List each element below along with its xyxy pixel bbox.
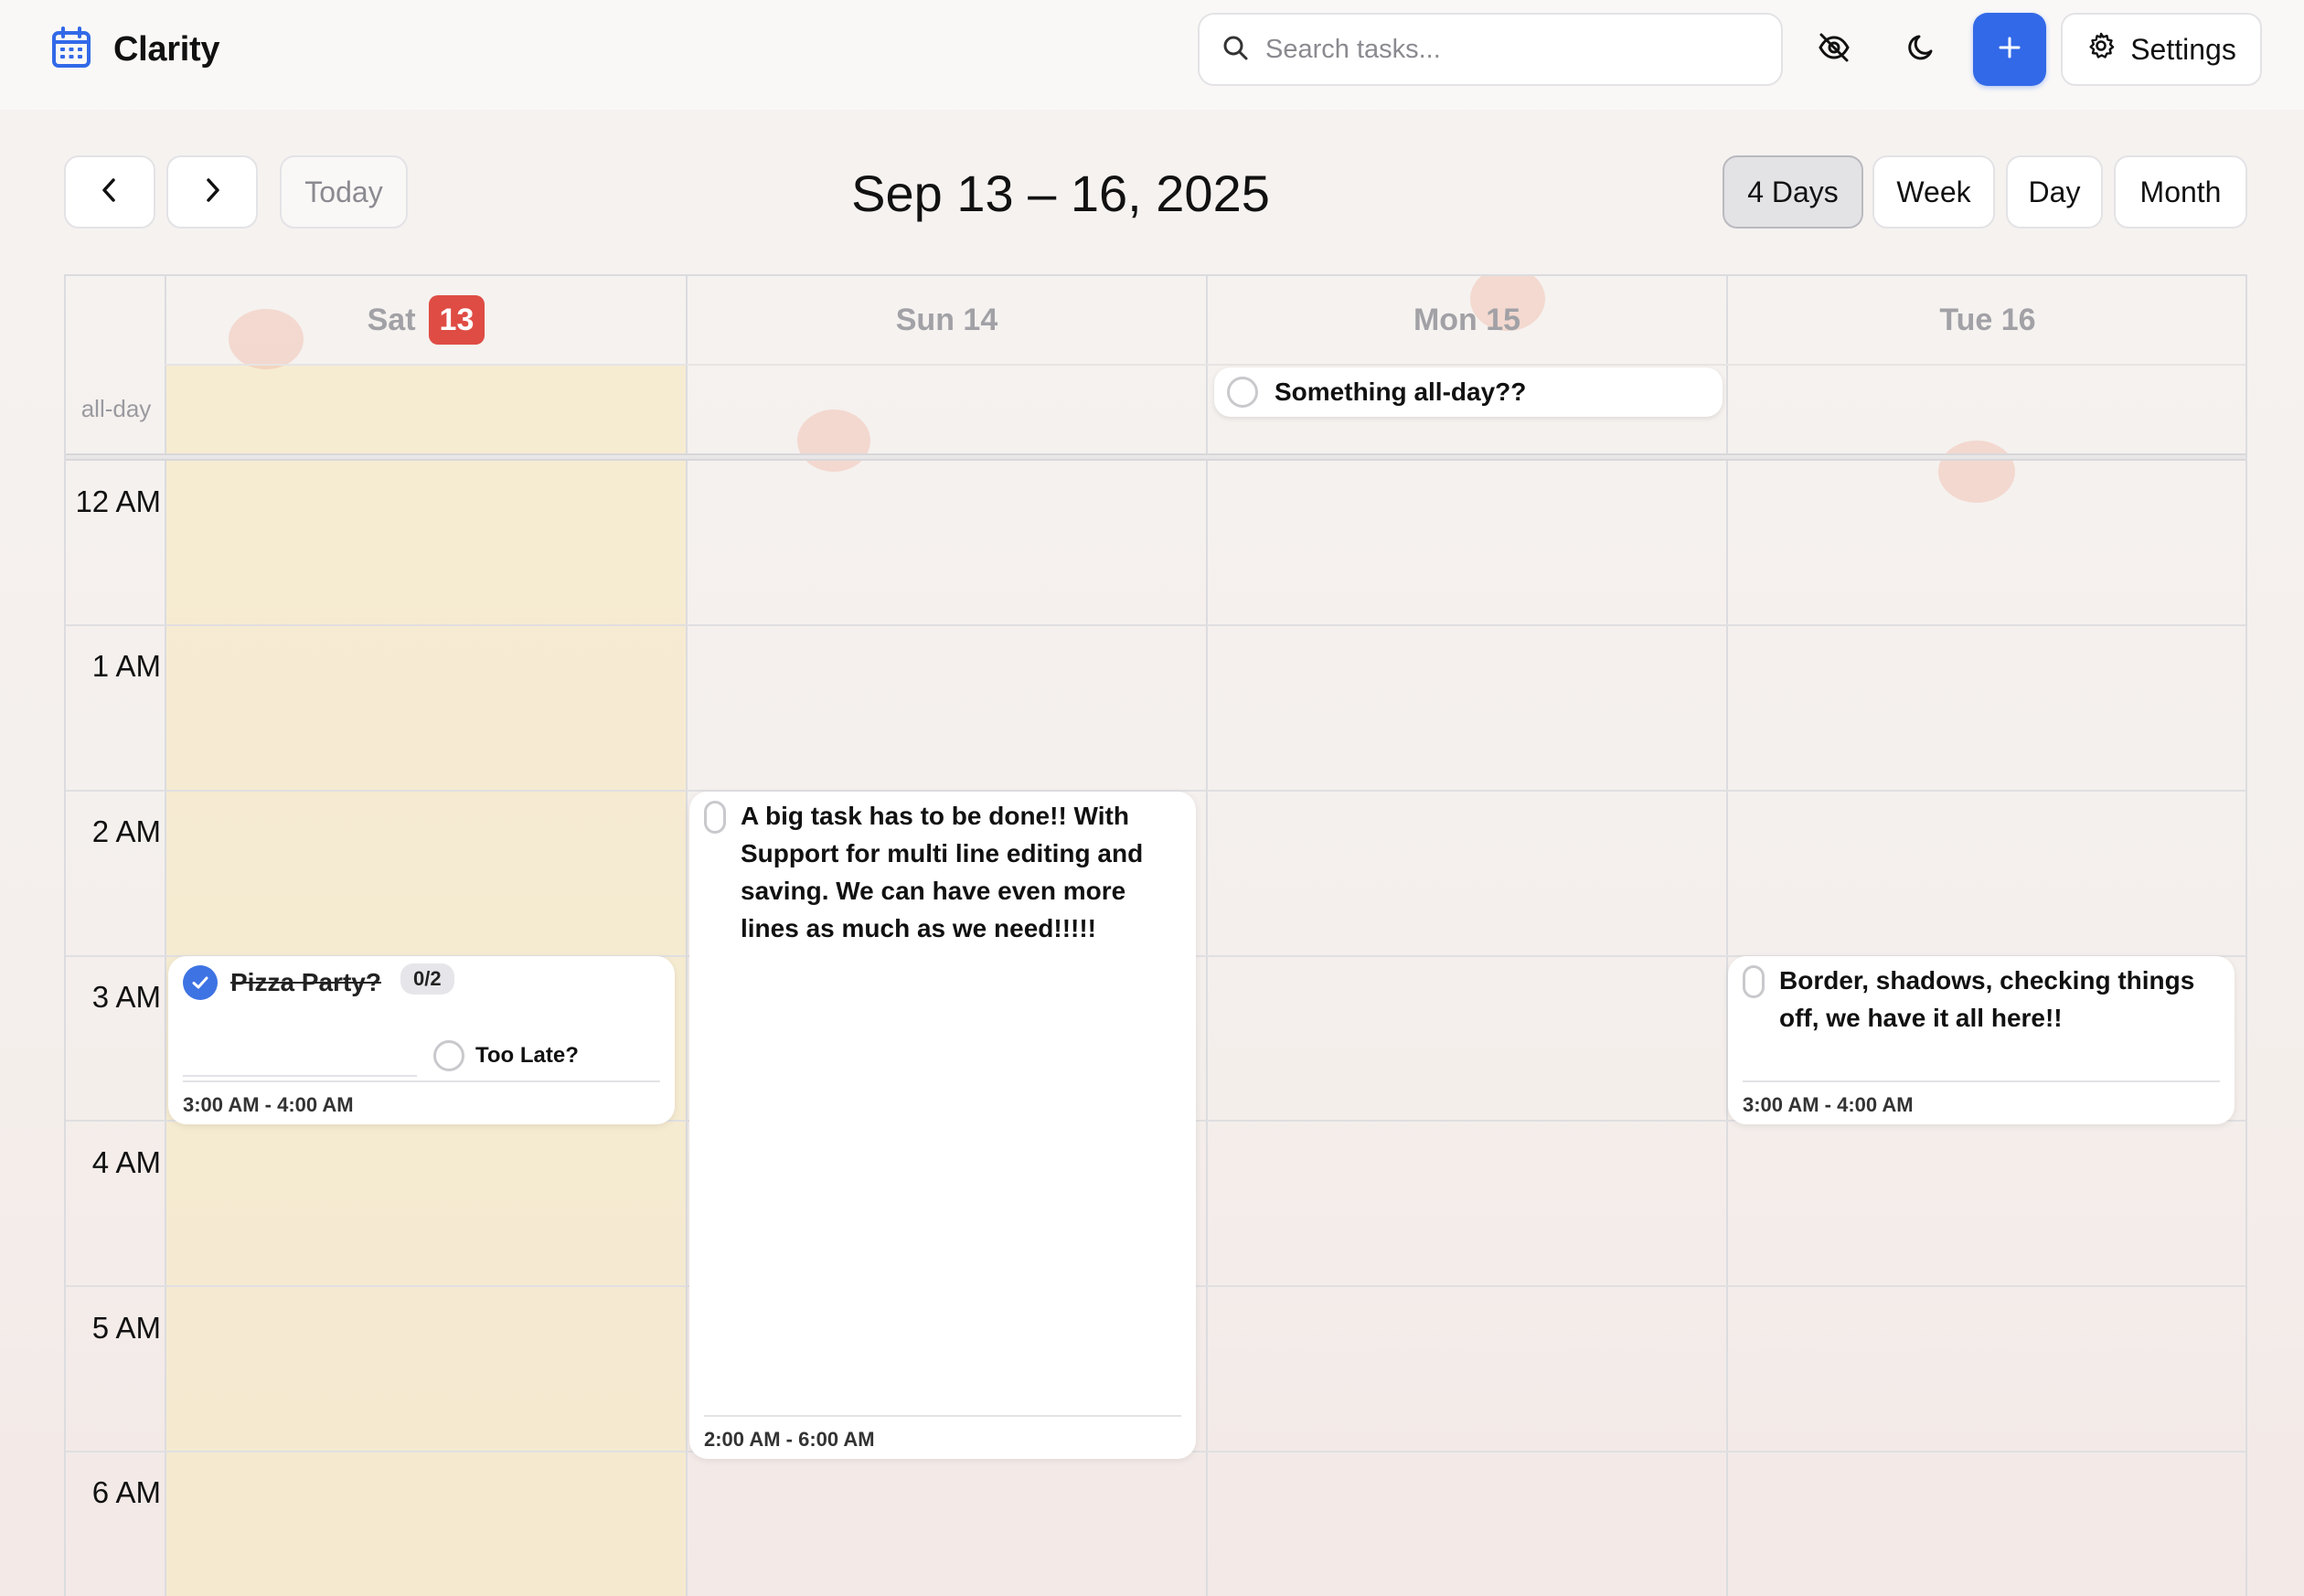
view-month-button[interactable]: Month: [2114, 155, 2247, 229]
checkmark-icon: [192, 976, 208, 989]
decorative-blob: [797, 410, 870, 472]
hour-label: 4 AM: [91, 1145, 161, 1179]
hour-label: 5 AM: [91, 1311, 161, 1345]
today-button[interactable]: Today: [280, 155, 408, 229]
plus-icon: [1996, 34, 2023, 66]
grid-line: [1206, 276, 1208, 1596]
day-header-tue[interactable]: Tue 16: [1728, 276, 2245, 364]
grid-line: [686, 276, 688, 1596]
view-4-days-button[interactable]: 4 Days: [1723, 155, 1863, 229]
grid-line: [165, 276, 166, 1596]
subtask-checkbox[interactable]: [433, 1040, 464, 1071]
eye-off-icon: [1817, 30, 1851, 69]
gear-icon: [2086, 31, 2116, 68]
add-task-button[interactable]: [1973, 13, 2046, 86]
event-title: Border, shadows, checking things off, we…: [1779, 966, 2195, 1032]
hour-label: 2 AM: [91, 814, 161, 848]
day-header-mon[interactable]: Mon 15: [1208, 276, 1726, 364]
day-label: Sun 14: [895, 302, 998, 337]
task-checkbox[interactable]: [1227, 377, 1258, 408]
event-time: 3:00 AM - 4:00 AM: [183, 1080, 660, 1117]
date-range-title: Sep 13 – 16, 2025: [851, 165, 1270, 222]
day-header-sat[interactable]: Sat 13: [166, 276, 686, 364]
hour-line: [66, 624, 2245, 626]
settings-label: Settings: [2130, 32, 2236, 66]
event-title: Pizza Party?: [230, 968, 381, 996]
search-input[interactable]: [1265, 34, 1759, 65]
event-time: 3:00 AM - 4:00 AM: [1743, 1080, 2220, 1117]
view-day-button[interactable]: Day: [2006, 155, 2103, 229]
header-divider: [165, 364, 2245, 366]
calendar-logo-icon: [51, 26, 91, 74]
event-title: A big task has to be done!! With Support…: [741, 802, 1144, 942]
brand: Clarity: [51, 26, 219, 74]
view-week-button[interactable]: Week: [1872, 155, 1995, 229]
search-box[interactable]: [1198, 13, 1783, 86]
dark-mode-button[interactable]: [1885, 13, 1958, 86]
day-header-sun[interactable]: Sun 14: [688, 276, 1206, 364]
allday-divider: [66, 453, 2245, 461]
decorative-blob: [1938, 441, 2015, 503]
previous-button[interactable]: [64, 155, 155, 229]
subtask-count-badge: 0/2: [400, 963, 454, 995]
day-name: Sat: [367, 302, 416, 337]
subtask-label: Too Late?: [475, 1043, 579, 1068]
all-day-event[interactable]: Something all-day??: [1214, 367, 1723, 417]
top-bar: Clarity Search tasks... Settings: [0, 0, 2304, 110]
grid-line: [1726, 276, 1728, 1596]
event-pizza-party[interactable]: Pizza Party? 0/2 Too Late? 3:00 AM - 4:0…: [168, 956, 675, 1124]
day-label: Mon 15: [1413, 302, 1521, 337]
event-big-task[interactable]: A big task has to be done!! With Support…: [689, 792, 1196, 1459]
settings-button[interactable]: Settings: [2061, 13, 2262, 86]
hour-label: 3 AM: [91, 980, 161, 1014]
hour-label: 1 AM: [91, 649, 161, 683]
subtask-item[interactable]: Too Late?: [433, 1040, 579, 1071]
subtask-divider: [183, 1075, 417, 1077]
calendar-grid: Sat 13 Sun 14 Mon 15 Tue 16 all-day 12 A…: [64, 274, 2247, 1596]
search-icon: [1221, 34, 1249, 66]
checked-checkbox[interactable]: [183, 965, 218, 1000]
moon-icon: [1906, 32, 1937, 68]
chevron-left-icon: [97, 176, 123, 209]
hour-label: 12 AM: [75, 484, 161, 518]
event-title: Something all-day??: [1275, 378, 1527, 406]
task-checkbox[interactable]: [704, 801, 726, 834]
next-button[interactable]: [166, 155, 258, 229]
toggle-visibility-button[interactable]: [1797, 13, 1871, 86]
task-checkbox[interactable]: [1743, 965, 1765, 998]
hour-label: 6 AM: [91, 1475, 161, 1509]
all-day-label: all-day: [80, 394, 152, 422]
day-label: Tue 16: [1939, 302, 2036, 337]
event-border-task[interactable]: Border, shadows, checking things off, we…: [1728, 956, 2235, 1124]
event-time: 2:00 AM - 6:00 AM: [704, 1415, 1181, 1452]
app-title: Clarity: [113, 30, 220, 69]
chevron-right-icon: [199, 176, 225, 209]
today-date-badge: 13: [428, 295, 485, 345]
